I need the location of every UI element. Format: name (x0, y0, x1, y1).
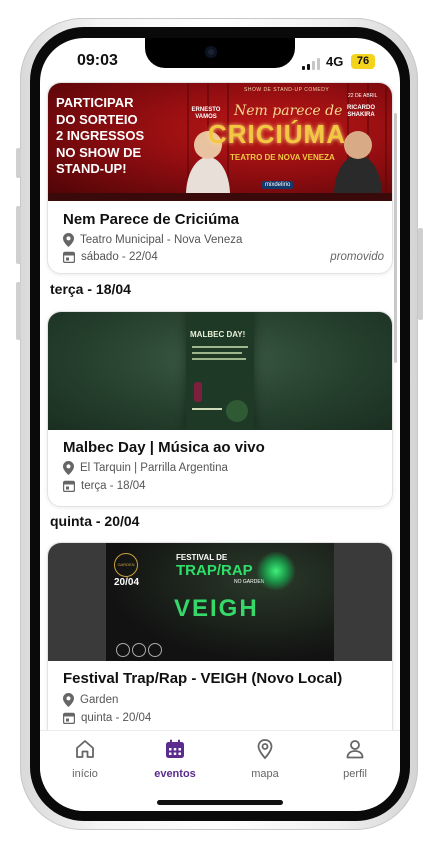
scrollbar[interactable] (394, 113, 397, 363)
banner-show-label: SHOW DE STAND-UP COMEDY (244, 87, 330, 93)
screen: 09:03 4G 76 PARTICIPAR DO SORTEIO 2 INGR… (40, 38, 400, 811)
banner-date: 22 DE ABRIL (348, 93, 378, 99)
event-date-text: quinta - 20/04 (81, 712, 152, 724)
tab-inicio[interactable]: início (50, 737, 120, 780)
date-section-header: terça - 18/04 (50, 281, 131, 297)
event-poster: GARDEN 20/04 FESTIVAL DE TRAP/RAP NO GAR… (106, 543, 334, 661)
battery-icon: 76 (351, 54, 375, 69)
event-title: Nem Parece de Criciúma (63, 211, 239, 228)
bottom-tab-bar: início eventos mapa perfil (40, 730, 400, 811)
poster-date: 20/04 (114, 577, 140, 588)
calendar-small-icon (63, 712, 75, 724)
promoted-badge: promovido (330, 251, 384, 263)
calendar-small-icon (63, 480, 75, 492)
event-venue: El Tarquin | Parrilla Argentina (63, 461, 228, 475)
power-button (418, 228, 423, 320)
event-feed[interactable]: PARTICIPAR DO SORTEIO 2 INGRESSOS NO SHO… (40, 80, 400, 730)
event-date: sábado - 22/04 (63, 251, 158, 263)
calendar-icon (166, 739, 184, 758)
location-pin-icon (63, 693, 74, 707)
volume-up-button (16, 206, 21, 264)
event-poster: MALBEC DAY! (186, 312, 254, 430)
event-title: Festival Trap/Rap - VEIGH (Novo Local) (63, 670, 343, 687)
tab-mapa[interactable]: mapa (230, 737, 300, 780)
location-pin-icon (63, 233, 74, 247)
event-venue-text: El Tarquin | Parrilla Argentina (80, 462, 228, 474)
event-banner: PARTICIPAR DO SORTEIO 2 INGRESSOS NO SHO… (48, 83, 392, 201)
tab-label: mapa (251, 768, 279, 780)
event-venue: Teatro Municipal - Nova Veneza (63, 233, 242, 247)
volume-down-button (16, 282, 21, 340)
banner-venue: TEATRO DE NOVA VENEZA (230, 153, 335, 162)
event-banner: MALBEC DAY! (48, 312, 392, 430)
event-venue: Garden (63, 693, 118, 707)
status-time: 09:03 (77, 52, 118, 69)
location-pin-icon (63, 461, 74, 475)
map-pin-icon (257, 739, 273, 760)
banner-main-title: CRICIÚMA (208, 119, 346, 149)
banner-sponsor: mixdelirio (262, 181, 294, 189)
event-card[interactable]: MALBEC DAY! Malbec Day | Música ao vivo … (47, 311, 393, 507)
camera-icon (205, 46, 217, 58)
poster-artist: VEIGH (174, 595, 259, 622)
event-date: quinta - 20/04 (63, 712, 151, 724)
event-banner: GARDEN 20/04 FESTIVAL DE TRAP/RAP NO GAR… (48, 543, 392, 661)
network-type: 4G (326, 54, 344, 69)
banner-performer-right: RICARDO SHAKIRA (347, 105, 375, 118)
event-card[interactable]: PARTICIPAR DO SORTEIO 2 INGRESSOS NO SHO… (47, 82, 393, 274)
event-date: terça - 18/04 (63, 480, 146, 492)
event-title: Malbec Day | Música ao vivo (63, 439, 265, 456)
event-venue-text: Garden (80, 694, 119, 706)
signal-icon (302, 58, 320, 70)
calendar-small-icon (63, 251, 75, 263)
user-icon (346, 740, 364, 759)
mute-switch (16, 148, 21, 178)
home-indicator (157, 800, 283, 805)
poster-line2: TRAP/RAP (176, 562, 253, 579)
date-section-header: quinta - 20/04 (50, 513, 140, 529)
tab-label: início (72, 768, 98, 780)
tab-label: perfil (343, 768, 367, 780)
tab-eventos[interactable]: eventos (140, 737, 210, 780)
tab-perfil[interactable]: perfil (320, 737, 390, 780)
event-date-text: sábado - 22/04 (81, 251, 158, 263)
event-card[interactable]: GARDEN 20/04 FESTIVAL DE TRAP/RAP NO GAR… (47, 542, 393, 730)
event-venue-text: Teatro Municipal - Nova Veneza (80, 234, 243, 246)
banner-headline: PARTICIPAR DO SORTEIO 2 INGRESSOS NO SHO… (56, 95, 145, 176)
poster-line1: FESTIVAL DE (176, 553, 228, 562)
tab-label: eventos (154, 768, 196, 780)
poster-logo: GARDEN (114, 553, 138, 577)
poster-title: MALBEC DAY! (190, 330, 246, 339)
dynamic-island (145, 38, 295, 68)
home-icon (76, 740, 94, 758)
event-date-text: terça - 18/04 (81, 480, 146, 492)
banner-script-title: Nem parece de (234, 103, 343, 119)
